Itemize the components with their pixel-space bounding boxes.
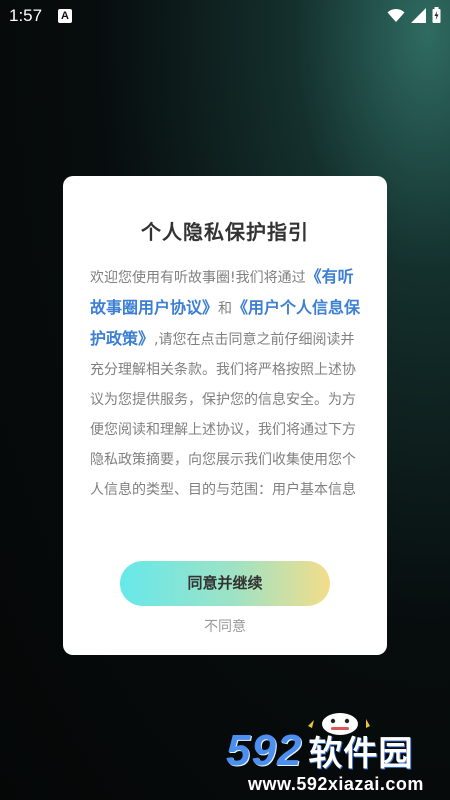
notification-a-icon: A	[58, 9, 72, 23]
privacy-text: 欢迎您使用有听故事圈!我们将通过《有听故事圈用户协议》和《用户个人信息保护政策》…	[90, 262, 362, 542]
status-time: 1:57	[9, 6, 43, 25]
status-icons	[387, 7, 441, 23]
watermark-logo-number: 592	[226, 726, 303, 775]
status-bar: 1:57 A	[0, 0, 450, 32]
watermark-logo: 592 软件园	[226, 726, 413, 776]
watermark-url: www.592xiazai.com	[248, 774, 424, 794]
privacy-dialog: 个人隐私保护指引 欢迎您使用有听故事圈!我们将通过《有听故事圈用户协议》和《用户…	[63, 176, 387, 655]
wifi-icon	[387, 8, 405, 22]
disagree-button[interactable]: 不同意	[63, 616, 387, 636]
agree-continue-button[interactable]: 同意并继续	[120, 561, 330, 606]
dialog-title: 个人隐私保护指引	[141, 220, 309, 244]
privacy-text-body: ,请您在点击同意之前仔细阅读并充分理解相关条款。我们将严格按照上述协议为您提供服…	[90, 332, 356, 498]
privacy-text-intro: 欢迎您使用有听故事圈!我们将通过	[90, 270, 306, 286]
site-watermark: 592 软件园 www.592xiazai.com	[226, 700, 450, 800]
signal-icon	[411, 7, 426, 23]
watermark-logo-text: 软件园	[308, 735, 414, 773]
battery-icon	[432, 7, 441, 23]
privacy-text-and: 和	[218, 301, 233, 317]
